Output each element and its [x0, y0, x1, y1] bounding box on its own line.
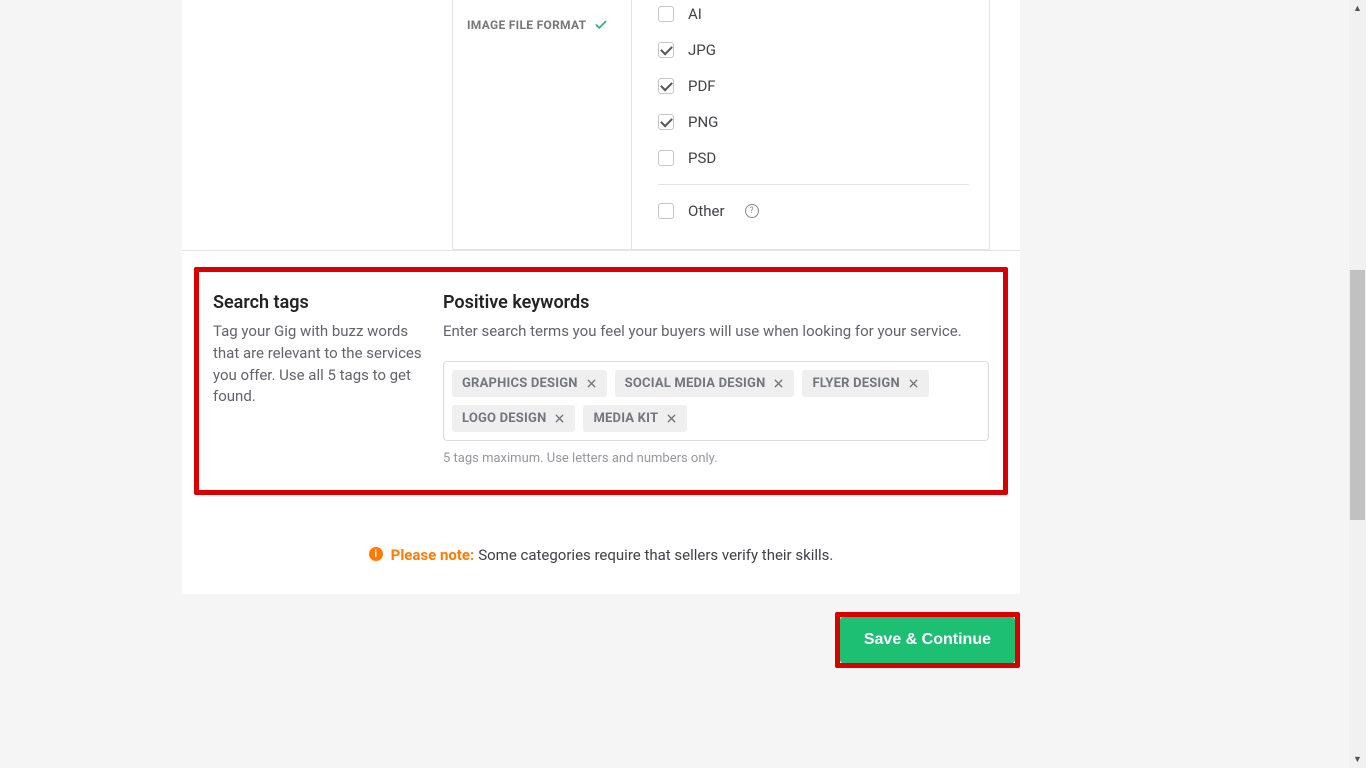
- checkbox-jpg[interactable]: [658, 42, 674, 58]
- format-label-other: Other: [688, 202, 725, 220]
- tag-label: FLYER DESIGN: [812, 376, 899, 391]
- format-option-psd[interactable]: PSD: [658, 140, 969, 176]
- tag-chip: GRAPHICS DESIGN: [452, 370, 607, 397]
- checkbox-png[interactable]: [658, 114, 674, 130]
- positive-keywords-description: Enter search terms you feel your buyers …: [443, 321, 989, 343]
- tags-hint: 5 tags maximum. Use letters and numbers …: [443, 451, 989, 466]
- tag-label: LOGO DESIGN: [462, 411, 546, 426]
- tag-remove-icon[interactable]: [554, 413, 565, 424]
- help-icon[interactable]: ?: [745, 204, 759, 218]
- file-format-panel: IMAGE FILE FORMAT AI: [452, 0, 990, 250]
- save-continue-button[interactable]: Save & Continue: [840, 617, 1015, 663]
- info-icon: i: [369, 547, 383, 561]
- file-format-label: IMAGE FILE FORMAT: [467, 18, 586, 32]
- format-label-png: PNG: [688, 113, 718, 131]
- checkmark-icon: [594, 18, 608, 32]
- please-note-row: i Please note: Some categories require t…: [182, 545, 1020, 564]
- format-label-jpg: JPG: [688, 41, 716, 59]
- tag-chip: FLYER DESIGN: [802, 370, 928, 397]
- search-tags-heading: Search tags: [213, 292, 423, 313]
- note-label: Please note:: [391, 546, 475, 564]
- search-tags-section: Search tags Tag your Gig with buzz words…: [194, 267, 1008, 495]
- format-option-ai[interactable]: AI: [658, 5, 969, 32]
- tag-remove-icon[interactable]: [908, 378, 919, 389]
- main-form-card: IMAGE FILE FORMAT AI: [182, 0, 1020, 594]
- tag-chip: SOCIAL MEDIA DESIGN: [615, 370, 795, 397]
- format-label-ai: AI: [688, 5, 702, 23]
- tag-remove-icon[interactable]: [773, 378, 784, 389]
- note-text: Some categories require that sellers ver…: [478, 546, 833, 564]
- positive-keywords-heading: Positive keywords: [443, 292, 989, 313]
- tag-remove-icon[interactable]: [586, 378, 597, 389]
- format-option-jpg[interactable]: JPG: [658, 32, 969, 68]
- checkbox-ai[interactable]: [658, 6, 674, 22]
- tag-chip: MEDIA KIT: [583, 405, 687, 432]
- format-divider: [658, 184, 969, 185]
- save-button-highlight: Save & Continue: [835, 612, 1020, 668]
- format-label-pdf: PDF: [688, 77, 716, 95]
- format-label-psd: PSD: [688, 149, 716, 167]
- scrollbar-thumb[interactable]: [1350, 270, 1365, 520]
- scroll-up-arrow-icon[interactable]: ▲: [1349, 0, 1366, 17]
- scroll-down-arrow-icon[interactable]: ▼: [1349, 751, 1366, 768]
- checkbox-other[interactable]: [658, 203, 674, 219]
- tag-label: MEDIA KIT: [593, 411, 658, 426]
- tag-label: GRAPHICS DESIGN: [462, 376, 578, 391]
- checkbox-psd[interactable]: [658, 150, 674, 166]
- scrollbar-track[interactable]: ▲ ▼: [1349, 0, 1366, 768]
- format-option-png[interactable]: PNG: [658, 104, 969, 140]
- search-tags-description: Tag your Gig with buzz words that are re…: [213, 321, 423, 408]
- checkbox-pdf[interactable]: [658, 78, 674, 94]
- tag-label: SOCIAL MEDIA DESIGN: [625, 376, 766, 391]
- tag-remove-icon[interactable]: [666, 413, 677, 424]
- image-file-format-section: IMAGE FILE FORMAT AI: [182, 0, 1020, 251]
- format-option-pdf[interactable]: PDF: [658, 68, 969, 104]
- format-option-other[interactable]: Other ?: [658, 193, 969, 229]
- tags-input[interactable]: GRAPHICS DESIGN SOCIAL MEDIA DESIGN FLYE…: [443, 361, 989, 441]
- tag-chip: LOGO DESIGN: [452, 405, 575, 432]
